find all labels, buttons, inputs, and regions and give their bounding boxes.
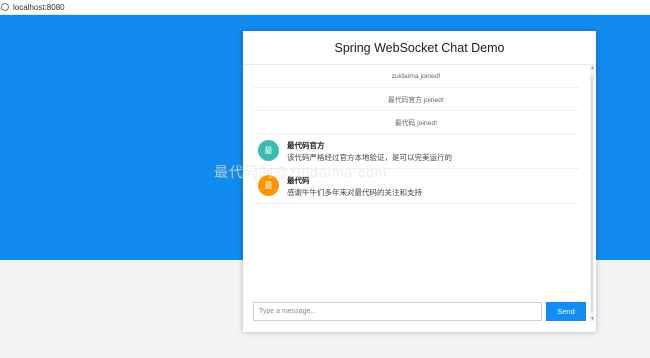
scroll-down-icon[interactable]: ▼ <box>590 316 595 322</box>
avatar: 最 <box>258 175 279 196</box>
message-sender: 最代码 <box>287 176 310 185</box>
message-scrollbar[interactable]: ▲ ▼ <box>590 65 595 322</box>
chat-window: Spring WebSocket Chat Demo zuidaima join… <box>243 31 596 332</box>
join-event: 最代码 joined! <box>253 111 579 134</box>
message-area[interactable]: zuidaima joined! 最代码官方 joined! 最代码 joine… <box>243 65 596 322</box>
page-icon <box>1 3 9 11</box>
chat-message: 最 最代码 感谢牛牛们多年来对最代码的关注和支持 <box>253 169 579 204</box>
browser-url[interactable]: localhost:8080 <box>13 3 65 12</box>
event-text: 最代码 joined! <box>394 120 438 127</box>
join-event: 最代码官方 joined! <box>253 88 579 111</box>
message-input[interactable] <box>253 302 542 321</box>
avatar: 最 <box>258 140 279 161</box>
chat-message: 最 最代码官方 该代码严格经过官方本地验证，是可以完美运行的 <box>253 134 579 169</box>
join-event: zuidaima joined! <box>253 65 579 88</box>
send-button[interactable]: Send <box>546 302 586 321</box>
event-text: zuidaima joined! <box>391 72 441 80</box>
message-content: 该代码严格经过官方本地验证，是可以完美运行的 <box>287 153 452 162</box>
scroll-up-icon[interactable]: ▲ <box>590 65 595 71</box>
message-form: Send <box>253 302 586 321</box>
browser-address-bar[interactable]: localhost:8080 <box>0 0 650 15</box>
scroll-thumb[interactable] <box>591 75 593 312</box>
chat-title: Spring WebSocket Chat Demo <box>334 40 505 55</box>
event-text: 最代码官方 joined! <box>388 97 444 104</box>
chat-header: Spring WebSocket Chat Demo <box>243 31 596 65</box>
message-list: zuidaima joined! 最代码官方 joined! 最代码 joine… <box>253 65 579 204</box>
message-sender: 最代码官方 <box>287 141 325 150</box>
message-content: 感谢牛牛们多年来对最代码的关注和支持 <box>287 188 422 197</box>
